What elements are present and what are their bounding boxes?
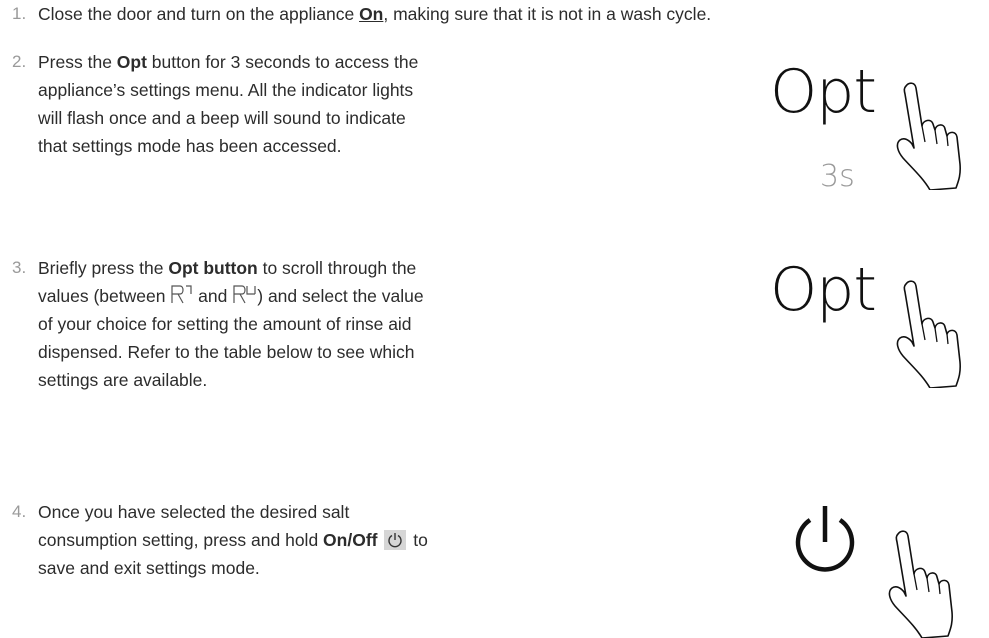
value-r1: R1: [171, 285, 193, 304]
step-number: 4.: [12, 502, 27, 521]
step-text-line: of your choice for setting the amount of…: [38, 314, 412, 334]
duration-label: 3s: [820, 159, 855, 194]
power-icon: [384, 530, 407, 550]
opt-label: Opt: [770, 255, 877, 325]
step-text-line: that settings mode has been accessed.: [38, 136, 342, 156]
step-text-part: Close the door and turn on the appliance: [38, 4, 360, 24]
power-icon: [795, 506, 855, 572]
on-emphasis: On: [359, 4, 384, 24]
step-text-part: ) and select the value: [257, 286, 424, 306]
hand-pointer-icon: [888, 530, 953, 638]
hand-pointer-icon: [896, 82, 961, 190]
on-off-emphasis: On/Off: [323, 530, 378, 550]
opt-label: Opt: [770, 57, 877, 127]
step-text-part: to: [408, 530, 428, 550]
opt-button-emphasis: Opt button: [168, 258, 258, 278]
power-press-illustration: [790, 500, 970, 638]
opt-emphasis: Opt: [116, 52, 147, 72]
step-text-part: , making sure that it is not in a wash c…: [383, 4, 712, 24]
step-text: Close the door and turn on the appliance…: [38, 0, 711, 28]
step-text: Press the Opt button for 3 seconds to ac…: [38, 48, 418, 160]
opt-hold-illustration: Opt 3s: [770, 52, 970, 202]
step-text-part: Press the: [38, 52, 117, 72]
step-text-part: consumption setting, press and hold: [38, 530, 324, 550]
step-text-line: Once you have selected the desired salt: [38, 502, 350, 522]
step-text-line: dispensed. Refer to the table below to s…: [38, 342, 415, 362]
step-text-line: settings are available.: [38, 370, 208, 390]
step-number: 2.: [12, 52, 27, 71]
step-number: 1.: [12, 4, 27, 23]
step-text-part: to scroll through the: [257, 258, 417, 278]
step-number: 3.: [12, 258, 27, 277]
step-text-part: button for 3 seconds to access the: [146, 52, 419, 72]
step-text-line: save and exit settings mode.: [38, 558, 260, 578]
step-text-part: Briefly press the: [38, 258, 169, 278]
step-text-part: values (between: [38, 286, 171, 306]
step-text: Briefly press the Opt button to scroll t…: [38, 254, 424, 394]
step-text: Once you have selected the desired salt …: [38, 498, 428, 582]
hand-pointer-icon: [896, 280, 961, 388]
step-text-line: will flash once and a beep will sound to…: [38, 108, 406, 128]
opt-press-illustration: Opt: [770, 250, 970, 400]
step-text-part: and: [193, 286, 233, 306]
step-text-line: appliance’s settings menu. All the indic…: [38, 80, 414, 100]
value-r4: R4: [233, 285, 257, 304]
